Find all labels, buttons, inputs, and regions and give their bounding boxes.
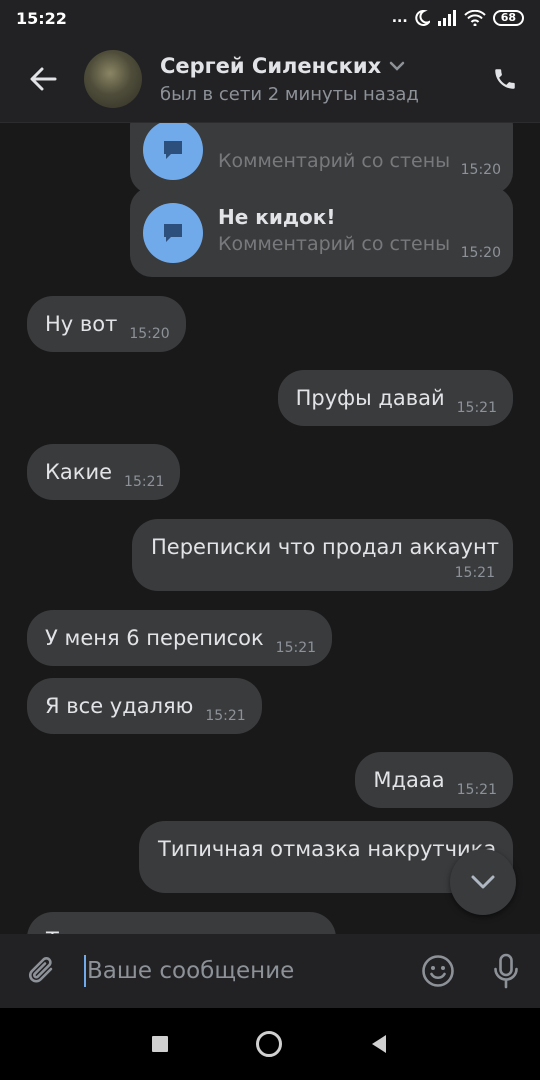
wall-comment-attachment[interactable]: Не кидок! Комментарий со стены 15:20 [130, 187, 513, 277]
comment-attachment-icon [143, 122, 203, 180]
battery-indicator: 68 [492, 10, 524, 26]
outgoing-message[interactable]: Пруфы давай 15:21 [277, 370, 513, 426]
message-time: 15:21 [456, 400, 497, 416]
incoming-message[interactable]: Я все удаляю 15:21 [27, 678, 262, 734]
outgoing-message[interactable]: Мдааа 15:21 [355, 752, 513, 808]
chevron-down-icon [389, 61, 405, 71]
attachment-title: Не кидок! [218, 205, 336, 229]
back-nav-button[interactable] [368, 1033, 390, 1055]
contact-name-row: Сергей Силенских [160, 54, 470, 78]
message-text: Мдааа [373, 768, 445, 792]
message-composer: Ваше сообщение [0, 934, 540, 1008]
message-text: Я все удаляю [45, 694, 194, 718]
message-text: Пруфы давай [295, 386, 445, 410]
message-time: 15:21 [275, 640, 317, 656]
attachment-subtitle: Комментарий со стены [218, 150, 451, 172]
attach-button[interactable] [0, 954, 84, 988]
voice-message-button[interactable] [472, 953, 540, 989]
contact-name: Сергей Силенских [160, 53, 382, 78]
status-time: 15:22 [16, 8, 67, 28]
message-time: 15:21 [454, 565, 495, 581]
signal-icon [437, 10, 456, 26]
paperclip-icon [29, 957, 53, 983]
attachment-subtitle: Комментарий со стены [218, 233, 451, 255]
contact-info[interactable]: Сергей Силенских был в сети 2 минуты наз… [160, 54, 470, 105]
message-list[interactable]: Комментарий со стены 15:20 Не кидок! Ком… [0, 122, 540, 934]
incoming-message[interactable]: Ну вот 15:20 [27, 296, 186, 352]
outgoing-message[interactable]: Переписки что продал аккаунт 15:21 [132, 519, 513, 591]
incoming-message[interactable]: У меня 6 переписок 15:21 [27, 610, 333, 666]
message-time: 15:20 [129, 326, 170, 342]
message-text: Какие [45, 460, 113, 484]
back-button[interactable] [0, 36, 86, 122]
avatar[interactable] [84, 50, 142, 108]
message-time: 15:20 [460, 245, 501, 261]
chevron-down-icon [471, 875, 495, 889]
status-icons: ... 68 [392, 10, 524, 26]
microphone-icon [494, 953, 518, 989]
wall-comment-attachment[interactable]: Комментарий со стены 15:20 [130, 122, 513, 194]
emoji-button[interactable] [404, 954, 472, 988]
message-time: 15:21 [456, 782, 497, 798]
smile-icon [422, 955, 454, 987]
chat-header: Сергей Силенских был в сети 2 минуты наз… [0, 36, 540, 122]
comment-attachment-icon [143, 203, 203, 263]
wifi-icon [463, 10, 486, 26]
recent-apps-button[interactable] [150, 1034, 170, 1054]
text-caret [84, 955, 86, 987]
system-navigation-bar [0, 1008, 540, 1080]
message-input[interactable]: Ваше сообщение [84, 946, 404, 996]
message-text: Типичная отмазка накрутчика [158, 837, 497, 861]
message-time: 15:20 [460, 162, 501, 178]
last-seen-status: был в сети 2 минуты назад [160, 83, 419, 105]
notification-dots-icon: ... [391, 10, 408, 26]
incoming-message[interactable]: Какие 15:21 [27, 444, 181, 500]
moon-icon [415, 10, 430, 26]
message-input-placeholder: Ваше сообщение [87, 958, 295, 984]
arrow-left-icon [30, 67, 57, 91]
message-time: 15:21 [205, 708, 246, 724]
message-text: Переписки что продал аккаунт [151, 535, 499, 559]
home-button[interactable] [254, 1029, 284, 1059]
call-button[interactable] [470, 36, 540, 122]
message-time: 15:21 [124, 474, 165, 490]
phone-icon [495, 69, 515, 89]
message-text: Ну вот [45, 312, 118, 336]
message-text: У меня 6 переписок [45, 626, 264, 650]
status-bar: 15:22 ... 68 [0, 0, 540, 36]
incoming-message[interactable]: Т [27, 912, 336, 934]
scroll-to-bottom-button[interactable] [450, 849, 516, 915]
